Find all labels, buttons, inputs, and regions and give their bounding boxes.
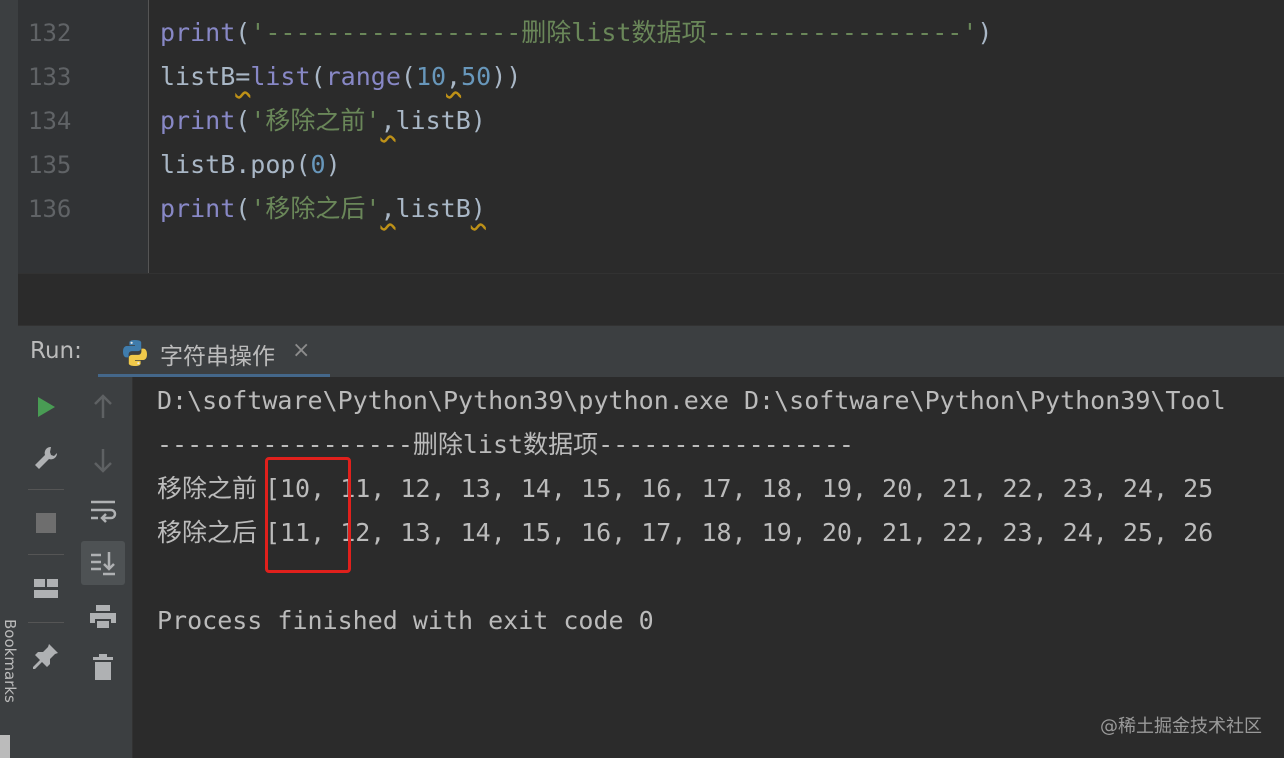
watermark: @稀土掘金技术社区 — [1100, 716, 1262, 737]
toolbar-separator — [28, 554, 64, 555]
code-token: = — [235, 62, 251, 91]
code-token: 50 — [461, 62, 492, 91]
after-label: 移除之后 — [157, 518, 265, 547]
code-token: , — [446, 62, 462, 91]
code-token: ( — [235, 106, 251, 135]
toolbar-separator — [28, 489, 64, 490]
line-number: 135 — [28, 151, 72, 179]
code-token: ( — [235, 18, 251, 47]
code-token: ) — [977, 18, 993, 47]
code-token: listB — [160, 62, 236, 91]
code-token: range — [325, 62, 401, 91]
code-token: listB — [395, 194, 471, 223]
code-token: print — [160, 194, 236, 223]
run-tab-title: 字符串操作 — [160, 344, 275, 370]
run-label: Run: — [30, 338, 82, 364]
run-tab[interactable]: 字符串操作 × — [98, 326, 330, 378]
code-line[interactable]: print('移除之后',listB) — [160, 187, 486, 231]
code-token: 0 — [310, 150, 326, 179]
code-token: ( — [310, 62, 326, 91]
line-number-gutter: 132 133 134 135 136 — [18, 0, 148, 273]
code-token: ( — [400, 62, 416, 91]
code-line[interactable]: listB=list(range(10,50)) — [160, 55, 521, 99]
code-token: listB.pop( — [160, 150, 311, 179]
code-token: '移除之后' — [250, 194, 381, 223]
run-toolbar-primary — [18, 377, 74, 758]
line-number: 136 — [28, 195, 72, 223]
scroll-to-end-icon[interactable] — [81, 541, 125, 585]
after-values: [11, 12, 13, 14, 15, 16, 17, 18, 19, 20,… — [264, 518, 1214, 547]
trash-icon[interactable] — [81, 645, 125, 689]
editor-bottom-area — [18, 273, 1284, 326]
code-token: '-----------------删除list数据项-------------… — [250, 18, 978, 47]
print-icon[interactable] — [81, 595, 125, 639]
run-tool-header: Run: 字符串操作 × — [18, 325, 1284, 378]
console-header-line: -----------------删除list数据项--------------… — [157, 430, 854, 459]
code-editor[interactable]: 132 133 134 135 136 print('-------------… — [18, 0, 1284, 273]
close-icon[interactable]: × — [292, 338, 310, 363]
code-token: 10 — [415, 62, 447, 91]
code-token: list — [250, 62, 311, 91]
pin-icon[interactable] — [24, 634, 68, 678]
gutter-divider — [148, 0, 149, 273]
bookmarks-tab[interactable]: Bookmarks — [1, 619, 19, 719]
arrow-up-icon[interactable] — [81, 385, 125, 429]
code-token: print — [160, 18, 236, 47]
code-line[interactable]: print('-----------------删除list数据项-------… — [160, 11, 992, 55]
code-token: ( — [235, 194, 251, 223]
run-toolbar-secondary — [74, 377, 133, 758]
run-icon[interactable] — [24, 385, 68, 429]
line-number: 133 — [28, 63, 72, 91]
wrench-icon[interactable] — [24, 436, 68, 480]
stop-icon[interactable] — [24, 501, 68, 545]
toolbar-separator — [28, 622, 64, 623]
before-label: 移除之前 — [157, 474, 265, 503]
code-token: ) — [470, 194, 486, 223]
line-number: 132 — [28, 19, 72, 47]
soft-wrap-icon[interactable] — [81, 489, 125, 533]
highlight-annotation-box — [265, 457, 351, 573]
console-exit-line: Process finished with exit code 0 — [157, 606, 654, 635]
code-token: print — [160, 106, 236, 135]
arrow-down-icon[interactable] — [81, 438, 125, 482]
code-token: ) — [325, 150, 341, 179]
console-command-line: D:\software\Python\Python39\python.exe D… — [157, 386, 1226, 415]
line-number: 134 — [28, 107, 72, 135]
before-values: [10, 11, 12, 13, 14, 15, 16, 17, 18, 19,… — [264, 474, 1214, 503]
code-token: listB) — [395, 106, 486, 135]
code-token: , — [380, 194, 396, 223]
code-line[interactable]: print('移除之前',listB) — [160, 99, 486, 143]
code-token: )) — [491, 62, 522, 91]
bookmark-tab-marker — [0, 735, 10, 758]
layout-icon[interactable] — [24, 567, 68, 611]
code-line[interactable]: listB.pop(0) — [160, 143, 341, 187]
python-icon — [123, 340, 147, 366]
code-token: '移除之前' — [250, 106, 381, 135]
code-token: , — [380, 106, 396, 135]
